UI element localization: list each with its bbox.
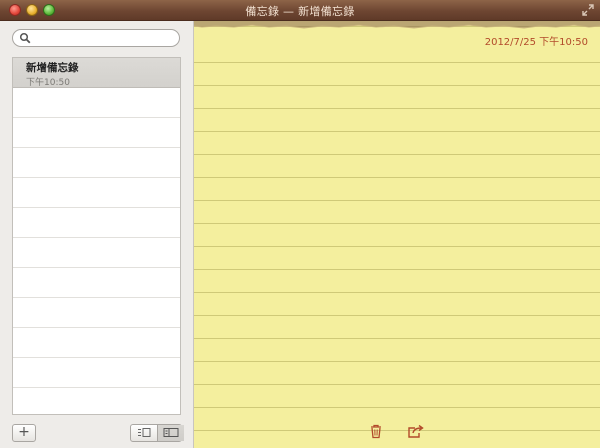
note-view-icon — [163, 428, 179, 437]
trash-icon[interactable] — [369, 423, 383, 439]
share-icon[interactable] — [407, 424, 425, 438]
search-input[interactable] — [33, 31, 177, 47]
note-paper: 2012/7/25 下午10:50 — [194, 21, 600, 448]
search-field[interactable] — [12, 29, 180, 47]
note-view-button[interactable] — [157, 425, 184, 441]
add-note-button[interactable]: + — [12, 424, 36, 442]
note-time: 下午10:50 — [26, 78, 70, 88]
window-title: 備忘錄 — 新增備忘錄 — [245, 5, 355, 18]
notes-sidebar: 新增備忘錄 下午10:50 + — [0, 21, 194, 448]
note-date: 2012/7/25 下午10:50 — [482, 33, 590, 48]
note-title: 新增備忘錄 — [26, 62, 79, 74]
fullscreen-icon[interactable] — [582, 4, 594, 16]
title-bar: 備忘錄 — 新增備忘錄 — [0, 0, 600, 21]
torn-paper-edge — [194, 21, 600, 29]
list-view-button[interactable] — [131, 425, 157, 441]
search-icon — [19, 32, 31, 44]
view-toggle — [130, 424, 184, 442]
list-view-icon — [138, 428, 151, 437]
note-list[interactable]: 新增備忘錄 下午10:50 — [12, 57, 181, 415]
note-body-editor[interactable] — [206, 61, 590, 425]
list-item[interactable]: 新增備忘錄 下午10:50 — [13, 58, 180, 88]
